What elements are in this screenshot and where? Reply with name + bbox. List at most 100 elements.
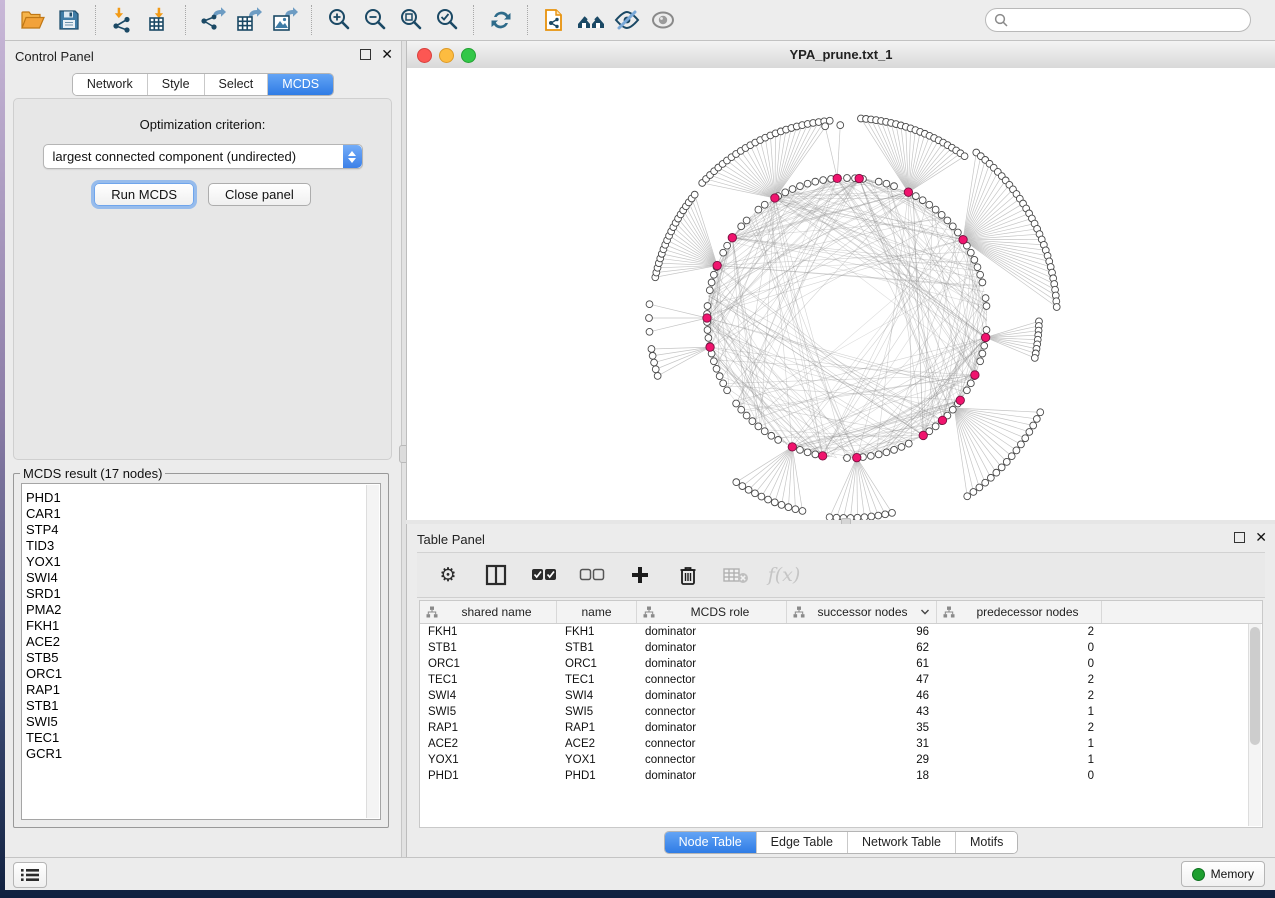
- close-window-icon[interactable]: [417, 48, 432, 63]
- zoom-fit-icon[interactable]: [393, 4, 429, 36]
- column-layout-icon[interactable]: [483, 562, 509, 588]
- delete-column-icon[interactable]: [675, 562, 701, 588]
- mcds-result-item[interactable]: TEC1: [22, 730, 380, 746]
- table-cell[interactable]: RAP1: [557, 720, 637, 736]
- mcds-result-item[interactable]: YOX1: [22, 554, 380, 570]
- table-cell[interactable]: YOX1: [557, 752, 637, 768]
- table-cell[interactable]: 1: [937, 752, 1102, 768]
- table-cell[interactable]: 2: [937, 672, 1102, 688]
- table-cell[interactable]: dominator: [637, 656, 787, 672]
- close-panel-icon[interactable]: ✕: [381, 50, 393, 59]
- mcds-list-scrollbar[interactable]: [366, 485, 379, 818]
- tab-motifs[interactable]: Motifs: [956, 832, 1017, 853]
- table-cell[interactable]: 47: [787, 672, 937, 688]
- memory-button[interactable]: Memory: [1181, 861, 1265, 887]
- table-cell[interactable]: dominator: [637, 768, 787, 784]
- table-scrollbar[interactable]: [1248, 624, 1261, 826]
- minimize-window-icon[interactable]: [439, 48, 454, 63]
- mcds-result-item[interactable]: PHD1: [22, 490, 380, 506]
- tab-node-table[interactable]: Node Table: [665, 832, 757, 853]
- table-row[interactable]: ACE2ACE2connector311: [420, 736, 1262, 752]
- mcds-result-item[interactable]: PMA2: [22, 602, 380, 618]
- mcds-result-item[interactable]: TID3: [22, 538, 380, 554]
- run-mcds-button[interactable]: Run MCDS: [94, 183, 194, 206]
- close-panel-icon[interactable]: ✕: [1255, 533, 1267, 542]
- column-header-name[interactable]: name: [557, 601, 637, 623]
- table-cell[interactable]: 61: [787, 656, 937, 672]
- table-cell[interactable]: ORC1: [420, 656, 557, 672]
- table-cell[interactable]: 96: [787, 624, 937, 640]
- mcds-result-item[interactable]: SRD1: [22, 586, 380, 602]
- table-settings-icon[interactable]: ⚙: [435, 562, 461, 588]
- mcds-result-item[interactable]: ACE2: [22, 634, 380, 650]
- table-cell[interactable]: TEC1: [420, 672, 557, 688]
- table-cell[interactable]: dominator: [637, 640, 787, 656]
- zoom-out-icon[interactable]: [357, 4, 393, 36]
- table-cell[interactable]: 0: [937, 656, 1102, 672]
- table-cell[interactable]: connector: [637, 672, 787, 688]
- table-row[interactable]: FKH1FKH1dominator962: [420, 624, 1262, 640]
- float-panel-icon[interactable]: [360, 49, 371, 60]
- column-header-successor-nodes[interactable]: successor nodes: [787, 601, 937, 623]
- network-window-titlebar[interactable]: YPA_prune.txt_1: [407, 41, 1275, 69]
- table-cell[interactable]: STB1: [557, 640, 637, 656]
- table-cell[interactable]: ORC1: [557, 656, 637, 672]
- mcds-result-item[interactable]: CAR1: [22, 506, 380, 522]
- scrollbar-thumb[interactable]: [1250, 627, 1260, 745]
- export-network-icon[interactable]: [195, 4, 231, 36]
- column-header-shared-name[interactable]: shared name: [420, 601, 557, 623]
- table-cell[interactable]: 35: [787, 720, 937, 736]
- zoom-selected-icon[interactable]: [429, 4, 465, 36]
- mcds-result-list[interactable]: PHD1CAR1STP4TID3YOX1SWI4SRD1PMA2FKH1ACE2…: [21, 483, 381, 820]
- network-canvas[interactable]: [407, 68, 1275, 520]
- table-row[interactable]: PHD1PHD1dominator180: [420, 768, 1262, 784]
- table-row[interactable]: ORC1ORC1dominator610: [420, 656, 1262, 672]
- table-cell[interactable]: ACE2: [420, 736, 557, 752]
- table-row[interactable]: YOX1YOX1connector291: [420, 752, 1262, 768]
- table-row[interactable]: RAP1RAP1dominator352: [420, 720, 1262, 736]
- column-header-MCDS-role[interactable]: MCDS role: [637, 601, 787, 623]
- table-cell[interactable]: YOX1: [420, 752, 557, 768]
- apply-layout-icon[interactable]: [483, 4, 519, 36]
- network-from-file-icon[interactable]: [537, 4, 573, 36]
- save-session-icon[interactable]: [51, 4, 87, 36]
- table-cell[interactable]: 2: [937, 720, 1102, 736]
- tab-network[interactable]: Network: [73, 74, 148, 95]
- table-cell[interactable]: 0: [937, 640, 1102, 656]
- show-all-icon[interactable]: [645, 4, 681, 36]
- mcds-result-item[interactable]: STP4: [22, 522, 380, 538]
- table-cell[interactable]: 2: [937, 624, 1102, 640]
- table-cell[interactable]: 18: [787, 768, 937, 784]
- table-cell[interactable]: dominator: [637, 624, 787, 640]
- table-cell[interactable]: 62: [787, 640, 937, 656]
- mcds-result-item[interactable]: GCR1: [22, 746, 380, 762]
- import-network-icon[interactable]: [105, 4, 141, 36]
- select-all-icon[interactable]: [531, 562, 557, 588]
- table-cell[interactable]: dominator: [637, 720, 787, 736]
- table-cell[interactable]: FKH1: [420, 624, 557, 640]
- table-cell[interactable]: 1: [937, 736, 1102, 752]
- table-cell[interactable]: 46: [787, 688, 937, 704]
- tab-network-table[interactable]: Network Table: [848, 832, 956, 853]
- table-cell[interactable]: 1: [937, 704, 1102, 720]
- hide-selected-icon[interactable]: [609, 4, 645, 36]
- tab-style[interactable]: Style: [148, 74, 205, 95]
- table-cell[interactable]: ACE2: [557, 736, 637, 752]
- table-cell[interactable]: SWI5: [420, 704, 557, 720]
- table-cell[interactable]: connector: [637, 736, 787, 752]
- table-cell[interactable]: 29: [787, 752, 937, 768]
- float-panel-icon[interactable]: [1234, 532, 1245, 543]
- tab-edge-table[interactable]: Edge Table: [757, 832, 848, 853]
- import-table-icon[interactable]: [141, 4, 177, 36]
- table-row[interactable]: TEC1TEC1connector472: [420, 672, 1262, 688]
- mcds-result-item[interactable]: STB1: [22, 698, 380, 714]
- maximize-window-icon[interactable]: [461, 48, 476, 63]
- table-cell[interactable]: PHD1: [557, 768, 637, 784]
- mcds-result-item[interactable]: SWI5: [22, 714, 380, 730]
- table-cell[interactable]: SWI5: [557, 704, 637, 720]
- table-cell[interactable]: 31: [787, 736, 937, 752]
- deselect-all-icon[interactable]: [579, 562, 605, 588]
- open-file-icon[interactable]: [15, 4, 51, 36]
- mcds-result-item[interactable]: SWI4: [22, 570, 380, 586]
- table-cell[interactable]: connector: [637, 704, 787, 720]
